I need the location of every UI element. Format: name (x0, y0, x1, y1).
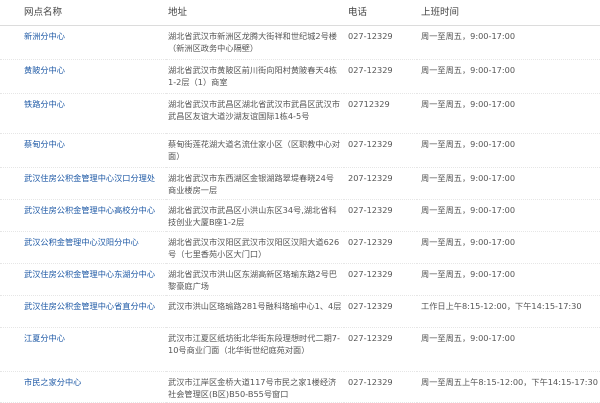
table-row: 市民之家分中心 武汉市江岸区金桥大道117号市民之家1楼经济社会管理区(B区)B… (0, 371, 600, 403)
branch-phone: 027-12329 (344, 371, 417, 403)
branch-hours: 周一至周五，9:00-17:00 (417, 59, 600, 94)
branch-name-link[interactable]: 武汉住房公积金管理中心汉口分理处 (24, 173, 155, 183)
branch-phone: 027-12329 (344, 25, 417, 60)
branch-address: 湖北省武汉市黄陂区前川街向阳村黄陂春天4栋1-2层（1）商室 (166, 59, 344, 94)
header-phone: 电话 (344, 0, 417, 26)
branch-name-link[interactable]: 武汉住房公积金管理中心省直分中心 (24, 301, 155, 311)
branch-phone: 02712329 (344, 93, 417, 134)
branch-address: 武汉市江岸区金桥大道117号市民之家1楼经济社会管理区(B区)B50-B55号窗… (166, 371, 344, 403)
table-row: 铁路分中心 湖北省武汉市武昌区湖北省武汉市武昌区武汉市武昌区友谊大道沙湖友谊国际… (0, 93, 600, 134)
branch-name-link[interactable]: 市民之家分中心 (24, 377, 81, 387)
branch-name-link[interactable]: 武汉住房公积金管理中心高校分中心 (24, 205, 155, 215)
branch-phone: 027-12329 (344, 59, 417, 94)
branch-hours: 周一至周五，9:00-17:00 (417, 93, 600, 134)
header-address: 地址 (166, 0, 344, 26)
branch-hours: 周一至周五上午8:15-12:00，下午14:15-17:30 (417, 371, 600, 403)
branch-name-link[interactable]: 江夏分中心 (24, 333, 65, 343)
branch-address: 武汉市江夏区纸坊街北华街东段理想时代二期7-10号商业门面（北华街世纪庭苑对面） (166, 327, 344, 372)
branch-name-link[interactable]: 武汉公积金管理中心汉阳分中心 (24, 237, 139, 247)
table-row: 武汉住房公积金管理中心省直分中心 武汉市洪山区珞瑜路281号融科珞瑜中心1、4层… (0, 295, 600, 328)
branch-name-link[interactable]: 新洲分中心 (24, 31, 65, 41)
branch-hours: 周一至周五，9:00-17:00 (417, 199, 600, 232)
branch-name-link[interactable]: 武汉住房公积金管理中心东湖分中心 (24, 269, 155, 279)
table-row: 武汉住房公积金管理中心汉口分理处 湖北省武汉市东西湖区金银湖路翠堤春晓24号商业… (0, 167, 600, 200)
branch-name-link[interactable]: 铁路分中心 (24, 99, 65, 109)
branch-hours: 工作日上午8:15-12:00，下午14:15-17:30 (417, 295, 600, 328)
branch-address: 湖北省武汉市东西湖区金银湖路翠堤春晓24号商业楼房一层 (166, 167, 344, 200)
branch-hours: 周一至周五，9:00-17:00 (417, 327, 600, 372)
table-row: 江夏分中心 武汉市江夏区纸坊街北华街东段理想时代二期7-10号商业门面（北华街世… (0, 327, 600, 372)
branch-hours: 周一至周五，9:00-17:00 (417, 263, 600, 296)
header-name: 网点名称 (0, 0, 166, 26)
branch-address: 湖北省武汉市新洲区龙腾大街祥和世纪城2号楼（新洲区政务中心隔壁） (166, 25, 344, 60)
branch-address: 湖北省武汉市汉阳区武汉市汉阳区汉阳大道626号（七里香苑小区大门口） (166, 231, 344, 264)
branch-name-link[interactable]: 蔡甸分中心 (24, 139, 65, 149)
branch-hours: 周一至周五，9:00-17:00 (417, 25, 600, 60)
branch-address: 湖北省武汉市武昌区小洪山东区34号,湖北省科技创业大厦B座1-2层 (166, 199, 344, 232)
branch-table: 网点名称 地址 电话 上班时间 新洲分中心 湖北省武汉市新洲区龙腾大街祥和世纪城… (0, 0, 600, 403)
table-row: 黄陂分中心 湖北省武汉市黄陂区前川街向阳村黄陂春天4栋1-2层（1）商室 027… (0, 59, 600, 94)
branch-hours: 周一至周五，9:00-17:00 (417, 133, 600, 168)
branch-name-link[interactable]: 黄陂分中心 (24, 65, 65, 75)
branch-phone: 027-12329 (344, 133, 417, 168)
branch-phone: 027-12329 (344, 231, 417, 264)
header-hours: 上班时间 (417, 0, 600, 26)
branch-address: 湖北省武汉市洪山区东湖高新区珞瑜东路2号巴黎豪庭广场 (166, 263, 344, 296)
branch-hours: 周一至周五，9:00-17:00 (417, 231, 600, 264)
branch-phone: 027-12329 (344, 295, 417, 328)
branch-phone: 027-12329 (344, 263, 417, 296)
table-row: 蔡甸分中心 蔡甸街莲花湖大道名流仕家小区（区职教中心对面） 027-12329 … (0, 133, 600, 168)
branch-phone: 207-12329 (344, 167, 417, 200)
table-row: 武汉住房公积金管理中心高校分中心 湖北省武汉市武昌区小洪山东区34号,湖北省科技… (0, 199, 600, 232)
branch-hours: 周一至周五，9:00-17:00 (417, 167, 600, 200)
table-header-row: 网点名称 地址 电话 上班时间 (0, 0, 600, 26)
branch-phone: 027-12329 (344, 199, 417, 232)
table-row: 武汉住房公积金管理中心东湖分中心 湖北省武汉市洪山区东湖高新区珞瑜东路2号巴黎豪… (0, 263, 600, 296)
branch-phone: 027-12329 (344, 327, 417, 372)
table-row: 新洲分中心 湖北省武汉市新洲区龙腾大街祥和世纪城2号楼（新洲区政务中心隔壁） 0… (0, 25, 600, 60)
branch-address: 蔡甸街莲花湖大道名流仕家小区（区职教中心对面） (166, 133, 344, 168)
branch-address: 湖北省武汉市武昌区湖北省武汉市武昌区武汉市武昌区友谊大道沙湖友谊国际1栋4-5号 (166, 93, 344, 134)
table-row: 武汉公积金管理中心汉阳分中心 湖北省武汉市汉阳区武汉市汉阳区汉阳大道626号（七… (0, 231, 600, 264)
branch-address: 武汉市洪山区珞瑜路281号融科珞瑜中心1、4层 (166, 295, 344, 328)
